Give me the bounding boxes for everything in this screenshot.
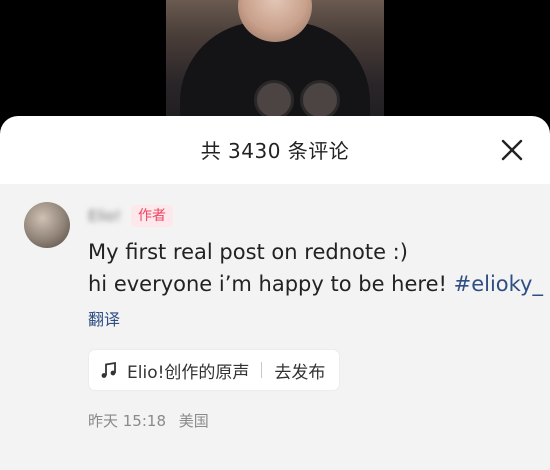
- comment-time: 昨天 15:18: [88, 412, 166, 430]
- comment-line-1: My first real post on rednote :): [88, 240, 408, 264]
- comments-sheet: 共 3430 条评论 Elio! 作者 My first real post o…: [0, 116, 550, 470]
- original-audio-label: Elio!创作的原声: [127, 362, 250, 383]
- comment-author-name[interactable]: Elio!: [88, 207, 121, 225]
- comments-count-title: 共 3430 条评论: [200, 139, 350, 163]
- hashtag-link[interactable]: #elioky_: [454, 272, 543, 296]
- comments-header: 共 3430 条评论: [0, 116, 550, 184]
- author-badge: 作者: [131, 205, 174, 227]
- hoodie-detail-right: [300, 80, 340, 120]
- close-icon: [501, 139, 523, 161]
- music-note-icon: [101, 361, 116, 378]
- comment-meta: 昨天 15:18 美国: [88, 410, 209, 431]
- hoodie-detail-left: [254, 80, 294, 120]
- comment-location: 美国: [178, 412, 209, 430]
- comment-text: My first real post on rednote :) hi ever…: [88, 236, 543, 300]
- comment-line-2: hi everyone i’m happy to be here! #eliok…: [88, 268, 543, 300]
- original-audio-card[interactable]: Elio!创作的原声 去发布: [88, 349, 341, 391]
- publish-button[interactable]: 去发布: [274, 358, 325, 383]
- close-button[interactable]: [500, 138, 524, 162]
- divider: [261, 362, 263, 378]
- comment-item: Elio! 作者 My first real post on rednote :…: [0, 184, 550, 470]
- translate-link[interactable]: 翻译: [88, 306, 120, 330]
- comment-line-2-text: hi everyone i’m happy to be here!: [88, 272, 454, 296]
- comment-author-row: Elio! 作者: [88, 204, 174, 228]
- avatar[interactable]: [24, 202, 70, 248]
